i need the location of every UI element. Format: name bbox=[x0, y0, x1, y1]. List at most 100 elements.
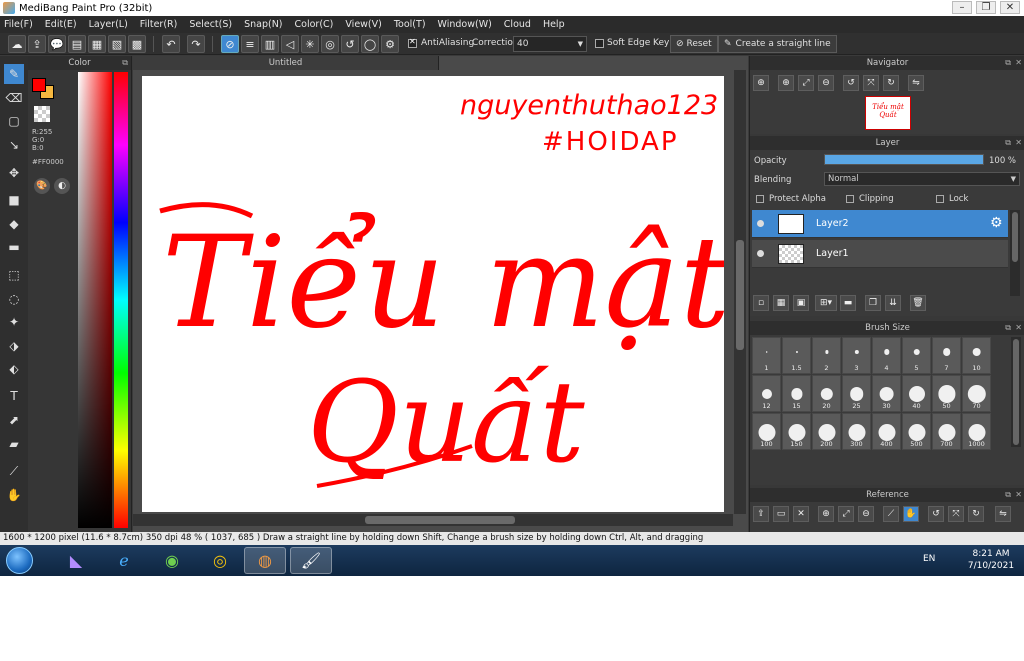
select-eraser-tool-icon[interactable]: ⬖ bbox=[4, 359, 24, 379]
straight-line-button[interactable]: ✎ Create a straight line bbox=[718, 35, 837, 53]
menu-help[interactable]: Help bbox=[543, 19, 565, 30]
brush-size-option[interactable]: 12 bbox=[752, 375, 781, 412]
brush-size-option[interactable]: 500 bbox=[902, 413, 931, 450]
magic-wand-tool-icon[interactable]: ✦ bbox=[4, 312, 24, 332]
language-indicator[interactable]: EN bbox=[923, 554, 935, 564]
snap-ellipse-icon[interactable]: ◯ bbox=[361, 35, 379, 53]
select-tool-icon[interactable]: ⬚ bbox=[4, 265, 24, 285]
fit-icon[interactable]: ⤢ bbox=[798, 75, 814, 91]
color-history-icon[interactable]: ◐ bbox=[54, 178, 70, 194]
merge-layer-icon[interactable]: ⇊ bbox=[885, 295, 901, 311]
pin-icon[interactable]: ⧉ bbox=[1005, 488, 1011, 502]
menu-snap[interactable]: Snap(N) bbox=[244, 19, 282, 30]
reference-rotate-right-icon[interactable]: ↻ bbox=[968, 506, 984, 522]
shape-tool-icon[interactable]: ■ bbox=[4, 190, 24, 210]
lock-checkbox[interactable] bbox=[936, 195, 944, 203]
reference-cloud-icon[interactable]: ⇪ bbox=[753, 506, 769, 522]
brush-tool-icon[interactable]: ✎ bbox=[4, 64, 24, 84]
vertical-scrollbar[interactable] bbox=[734, 70, 746, 514]
lasso-tool-icon[interactable]: ◌ bbox=[4, 289, 24, 309]
grid-icon[interactable]: ▩ bbox=[128, 35, 146, 53]
layer-scrollbar[interactable] bbox=[1010, 210, 1020, 296]
close-icon[interactable]: ✕ bbox=[1015, 488, 1022, 502]
gear-icon[interactable]: ⚙ bbox=[990, 215, 1003, 231]
clipping-checkbox[interactable] bbox=[846, 195, 854, 203]
fill-tool-icon[interactable]: ◆ bbox=[4, 214, 24, 234]
layer-scroll-thumb[interactable] bbox=[1012, 212, 1018, 262]
move-tool-icon[interactable]: ✥ bbox=[4, 163, 24, 183]
pages-icon[interactable]: ▧ bbox=[108, 35, 126, 53]
hand-tool-icon[interactable]: ✋ bbox=[4, 485, 24, 505]
brush-size-option[interactable]: 700 bbox=[932, 413, 961, 450]
brush-size-option[interactable]: 2 bbox=[812, 337, 841, 374]
brush-size-option[interactable]: 150 bbox=[782, 413, 811, 450]
antialiasing-checkbox[interactable] bbox=[408, 37, 417, 48]
protect-alpha-checkbox[interactable] bbox=[756, 195, 764, 203]
brush-size-scrollbar[interactable] bbox=[1011, 337, 1021, 447]
rotate-right-icon[interactable]: ↻ bbox=[883, 75, 899, 91]
menu-tool[interactable]: Tool(T) bbox=[394, 19, 426, 30]
brush-size-option[interactable]: 200 bbox=[812, 413, 841, 450]
new-8bit-layer-icon[interactable]: ▣ bbox=[793, 295, 809, 311]
brush-size-option[interactable]: 70 bbox=[962, 375, 991, 412]
brush-size-option[interactable]: 4 bbox=[872, 337, 901, 374]
reference-zoom-out-icon[interactable]: ⊖ bbox=[858, 506, 874, 522]
chrome-icon[interactable]: ◎ bbox=[199, 547, 241, 574]
menu-filter[interactable]: Filter(R) bbox=[140, 19, 178, 30]
close-icon[interactable]: ✕ bbox=[1015, 136, 1022, 150]
snap-parallel-icon[interactable]: ≡ bbox=[241, 35, 259, 53]
brush-size-option[interactable]: 400 bbox=[872, 413, 901, 450]
reference-flip-icon[interactable]: ⇋ bbox=[995, 506, 1011, 522]
correction-select[interactable]: 40 ▼ bbox=[513, 36, 587, 52]
operation-tool-icon[interactable]: ⬈ bbox=[4, 410, 24, 430]
menu-edit[interactable]: Edit(E) bbox=[45, 19, 77, 30]
close-icon[interactable]: ✕ bbox=[1015, 321, 1022, 335]
opacity-slider[interactable] bbox=[824, 154, 984, 165]
brush-size-option[interactable]: 10 bbox=[962, 337, 991, 374]
blending-select[interactable]: Normal ▼ bbox=[824, 172, 1020, 186]
minimize-button[interactable]: – bbox=[952, 1, 972, 14]
paint-taskbar-icon[interactable]: 🖌 bbox=[290, 547, 332, 574]
maximize-button[interactable]: ❐ bbox=[976, 1, 996, 14]
snap-settings-icon[interactable]: ⚙ bbox=[381, 35, 399, 53]
reference-zoom-in-icon[interactable]: ⊕ bbox=[818, 506, 834, 522]
hue-slider[interactable] bbox=[114, 72, 128, 528]
brush-size-option[interactable]: 40 bbox=[902, 375, 931, 412]
brush-size-option[interactable]: 3 bbox=[842, 337, 871, 374]
select-pen-tool-icon[interactable]: ⬗ bbox=[4, 336, 24, 356]
brush-size-option[interactable]: 1 bbox=[752, 337, 781, 374]
reset-button[interactable]: ⊘ Reset bbox=[670, 35, 718, 53]
reference-rotate-left-icon[interactable]: ↺ bbox=[928, 506, 944, 522]
snap-off-icon[interactable]: ⊘ bbox=[221, 35, 239, 53]
start-button[interactable] bbox=[6, 547, 33, 574]
reference-eyedropper-icon[interactable]: ⟋ bbox=[883, 506, 899, 522]
brush-size-option[interactable]: 100 bbox=[752, 413, 781, 450]
brush-size-option[interactable]: 5 bbox=[902, 337, 931, 374]
brush-size-option[interactable]: 30 bbox=[872, 375, 901, 412]
brush-size-option[interactable]: 7 bbox=[932, 337, 961, 374]
navigator-thumbnail[interactable]: Tiểu mật Quất bbox=[865, 96, 911, 130]
document-tab[interactable]: Untitled bbox=[133, 56, 439, 70]
layer-row-layer1[interactable]: Layer1 bbox=[752, 240, 1008, 268]
divide-tool-icon[interactable]: ▰ bbox=[4, 434, 24, 454]
reference-open-icon[interactable]: ▭ bbox=[773, 506, 789, 522]
undo-icon[interactable]: ↶ bbox=[162, 35, 180, 53]
zoom-icon[interactable]: ⊕ bbox=[778, 75, 794, 91]
layer-row-layer2[interactable]: Layer2 ⚙ bbox=[752, 210, 1008, 238]
brush-size-option[interactable]: 25 bbox=[842, 375, 871, 412]
reference-reset-icon[interactable]: ⤧ bbox=[948, 506, 964, 522]
vertical-scroll-thumb[interactable] bbox=[736, 240, 744, 350]
brush-size-scroll-thumb[interactable] bbox=[1013, 339, 1019, 445]
eraser-tool-icon[interactable]: ⌫ bbox=[4, 88, 24, 108]
snap-vanish-icon[interactable]: ◁ bbox=[281, 35, 299, 53]
menu-layer[interactable]: Layer(L) bbox=[89, 19, 128, 30]
medibang-taskbar-icon[interactable]: ◍ bbox=[244, 547, 286, 574]
new-halftone-layer-icon[interactable]: ▦ bbox=[773, 295, 789, 311]
rotate-left-icon[interactable]: ↺ bbox=[843, 75, 859, 91]
snap-curve-icon[interactable]: ↺ bbox=[341, 35, 359, 53]
brush-size-option[interactable]: 20 bbox=[812, 375, 841, 412]
reference-fit-icon[interactable]: ⤢ bbox=[838, 506, 854, 522]
visibility-eye-icon[interactable] bbox=[757, 250, 764, 257]
close-icon[interactable]: ✕ bbox=[1015, 56, 1022, 70]
upload-icon[interactable]: ⇪ bbox=[28, 35, 46, 53]
